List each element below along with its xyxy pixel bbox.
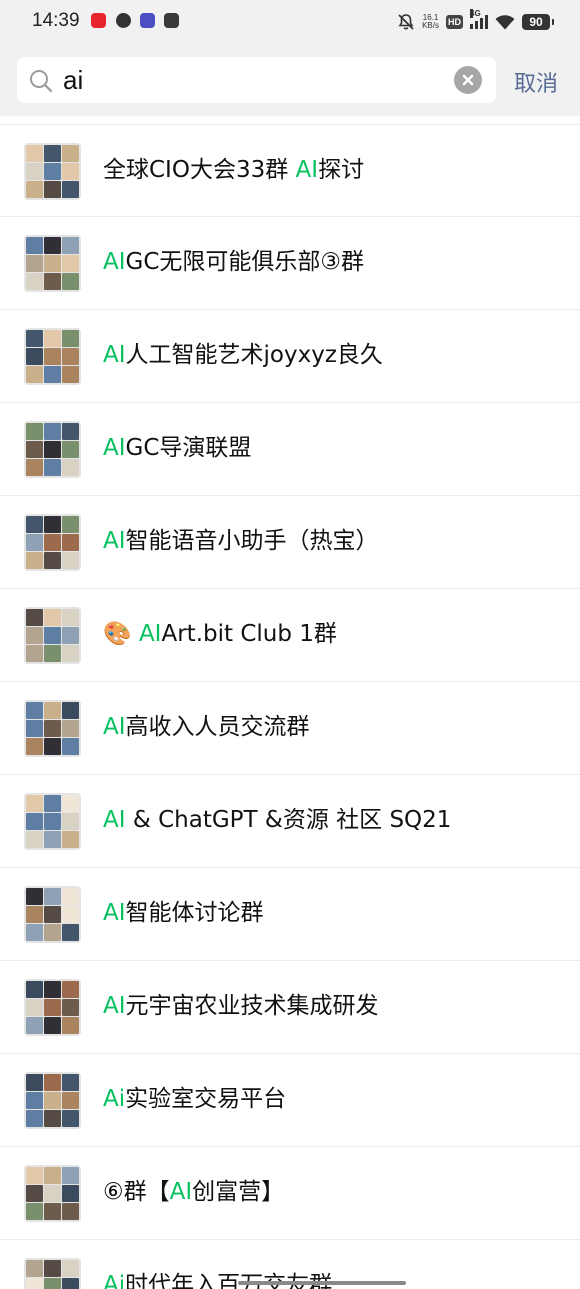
- close-icon: [462, 74, 474, 86]
- group-avatar: [24, 886, 81, 943]
- group-name: AI元宇宙农业技术集成研发: [103, 993, 379, 1019]
- group-avatar: [24, 793, 81, 850]
- result-row[interactable]: Ai实验室交易平台: [0, 1054, 580, 1147]
- result-row[interactable]: AIGC导演联盟: [0, 403, 580, 496]
- result-row[interactable]: AI人工智能艺术joyxyz良久: [0, 310, 580, 403]
- net-speed-unit: KB/s: [422, 21, 439, 30]
- cancel-button[interactable]: 取消: [514, 66, 558, 98]
- result-row[interactable]: AIGC无限可能俱乐部③群: [0, 217, 580, 310]
- group-name: AIGC导演联盟: [103, 435, 252, 461]
- signal-icon: 4G: [470, 9, 488, 29]
- group-name: Ai实验室交易平台: [103, 1086, 287, 1112]
- group-avatar: [24, 979, 81, 1036]
- result-row[interactable]: AI高收入人员交流群: [0, 682, 580, 775]
- group-avatar: [24, 1258, 81, 1289]
- search-input[interactable]: [63, 63, 443, 97]
- group-avatar: [24, 1165, 81, 1222]
- group-name: AI & ChatGPT &资源 社区 SQ21: [103, 807, 452, 833]
- result-row[interactable]: 全球CIO大会33群 AI探讨: [0, 124, 580, 217]
- group-name: ⑥群【AI创富营】: [103, 1179, 285, 1205]
- group-avatar: [24, 607, 81, 664]
- battery-icon: 90: [522, 14, 554, 30]
- group-name: 🎨 AIArt.bit Club 1群: [103, 621, 337, 647]
- group-name: AI智能体讨论群: [103, 900, 264, 926]
- top-bar: 14:39 16.1 KB/s HD 4G 90 ai 取消: [0, 0, 580, 116]
- group-name: AI人工智能艺术joyxyz良久: [103, 342, 383, 368]
- result-row[interactable]: AI元宇宙农业技术集成研发: [0, 961, 580, 1054]
- mute-icon: [398, 14, 414, 30]
- network-type: 4G: [470, 9, 481, 18]
- hd-badge: HD: [446, 15, 463, 29]
- group-name: AI高收入人员交流群: [103, 714, 310, 740]
- group-avatar: [24, 143, 81, 200]
- result-row[interactable]: AI智能体讨论群: [0, 868, 580, 961]
- group-avatar: [24, 1072, 81, 1129]
- status-time: 14:39: [32, 10, 80, 31]
- group-avatar: [24, 328, 81, 385]
- result-row[interactable]: 🎨 AIArt.bit Club 1群: [0, 589, 580, 682]
- net-speed: 16.1 KB/s: [422, 14, 439, 30]
- search-bar[interactable]: [17, 57, 496, 103]
- group-avatar: [24, 421, 81, 478]
- group-avatar: [24, 514, 81, 571]
- group-name: Ai时代年入百万交友群: [103, 1272, 333, 1289]
- group-avatar: [24, 235, 81, 292]
- wifi-icon: [495, 15, 515, 30]
- clear-button[interactable]: [454, 66, 482, 94]
- result-row[interactable]: AI智能语音小助手（热宝）: [0, 496, 580, 589]
- result-row[interactable]: AI & ChatGPT &资源 社区 SQ21: [0, 775, 580, 868]
- group-name: AIGC无限可能俱乐部③群: [103, 249, 365, 275]
- group-name: 全球CIO大会33群 AI探讨: [103, 157, 365, 183]
- app-notification-icon: [140, 13, 155, 28]
- search-icon: [30, 70, 53, 93]
- app-notification-icon: [116, 13, 131, 28]
- app-notification-icon: [91, 13, 106, 28]
- group-avatar: [24, 700, 81, 757]
- search-results-list: 全球CIO大会33群 AI探讨 AIGC无限可能俱乐部③群 AI人工智能艺术jo…: [0, 124, 580, 1289]
- group-name: AI智能语音小助手（热宝）: [103, 528, 379, 554]
- app-notification-icon: [164, 13, 179, 28]
- home-indicator[interactable]: [238, 1281, 406, 1285]
- result-row[interactable]: ⑥群【AI创富营】: [0, 1147, 580, 1240]
- status-bar: 14:39 16.1 KB/s HD 4G 90: [0, 0, 580, 44]
- status-icons: 16.1 KB/s HD 4G 90: [397, 9, 554, 32]
